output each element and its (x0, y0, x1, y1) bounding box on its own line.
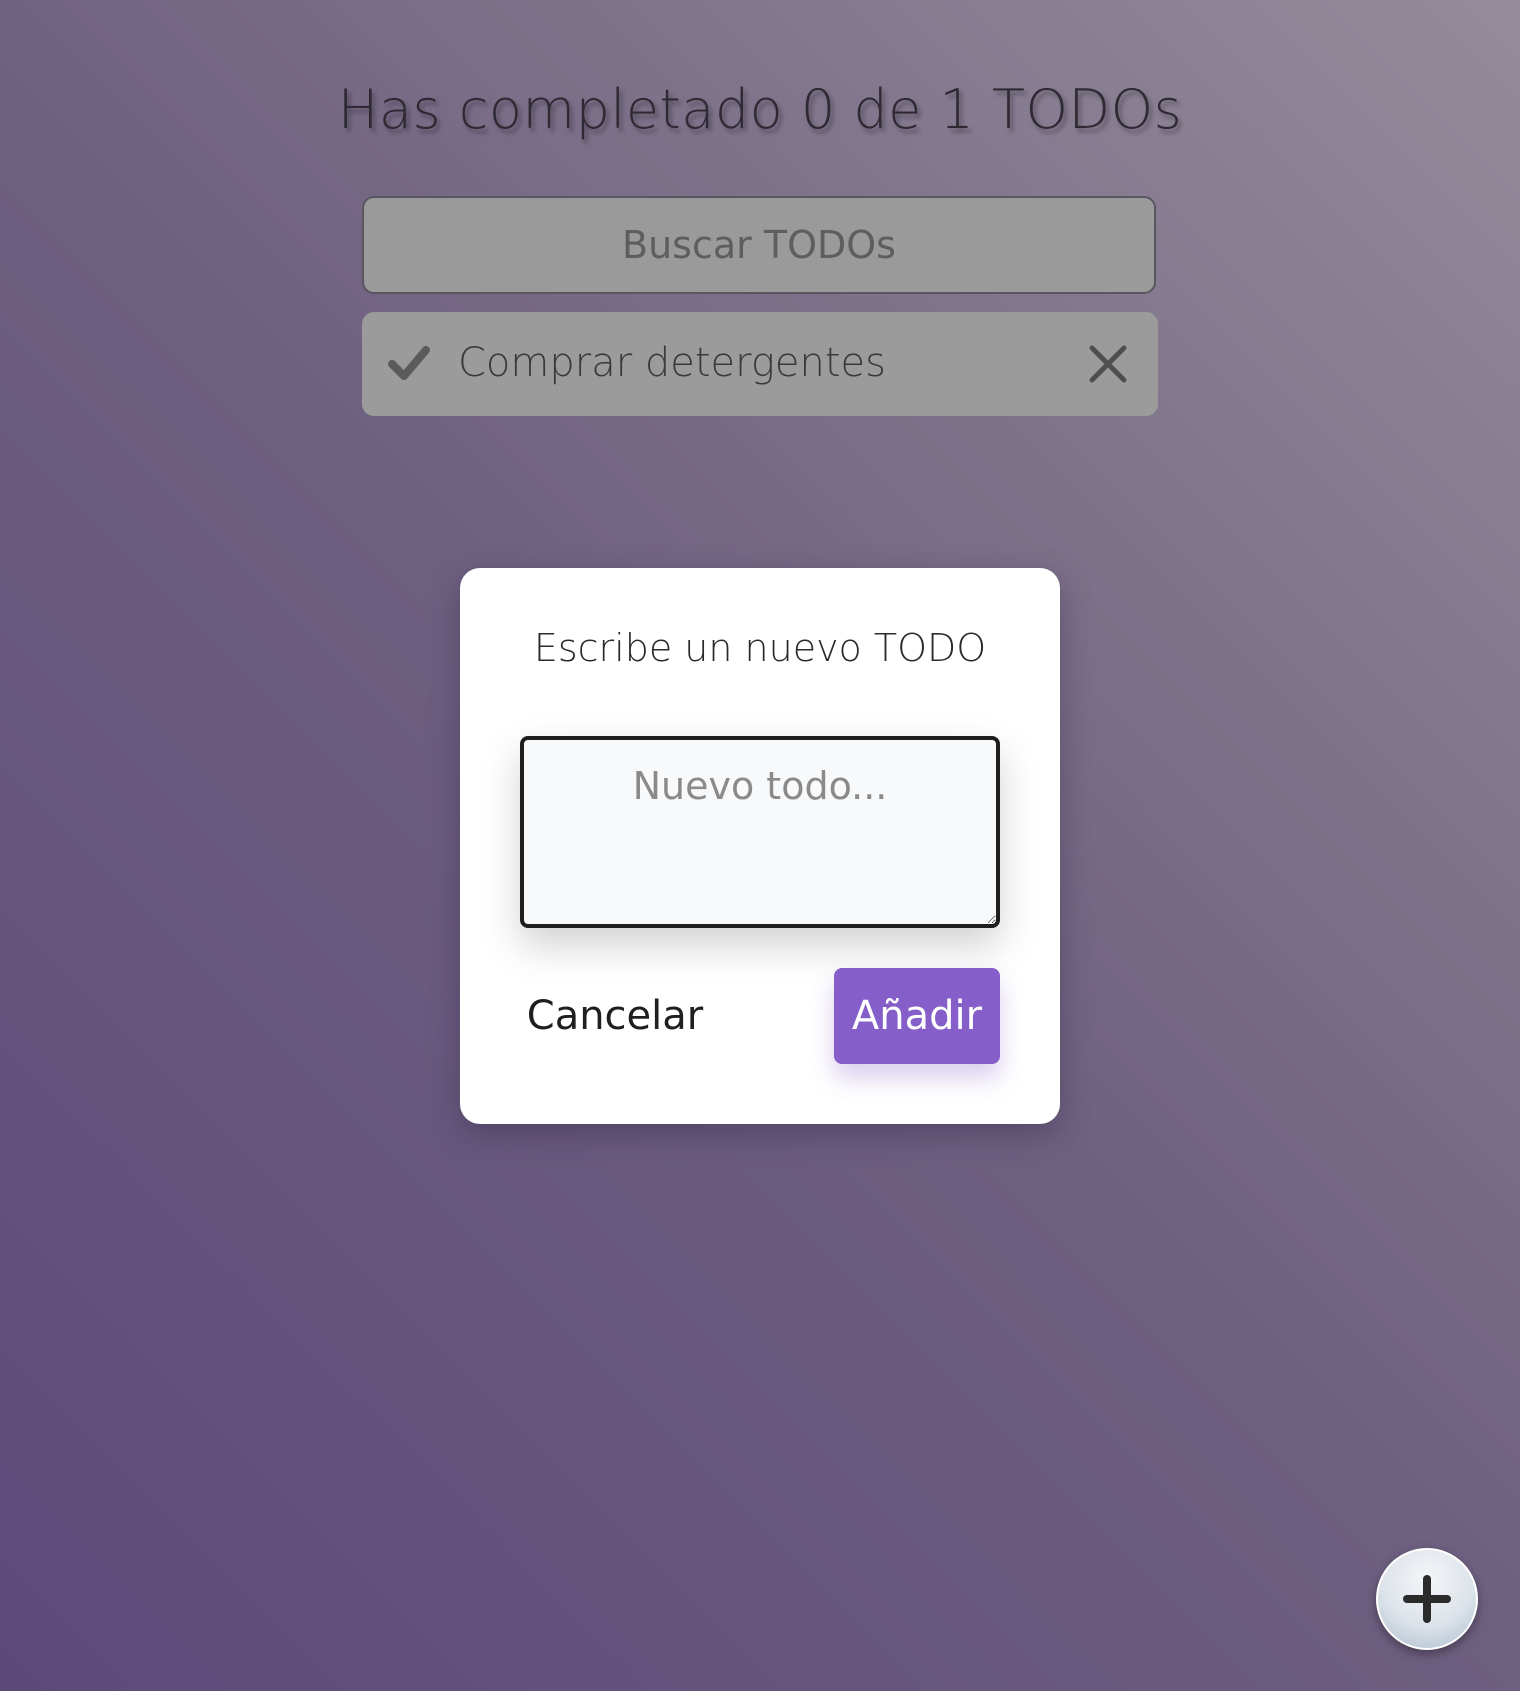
todo-item: Comprar detergentes (362, 312, 1158, 416)
new-todo-modal: Escribe un nuevo TODO Cancelar Añadir (460, 568, 1060, 1124)
check-icon[interactable] (388, 344, 430, 384)
todo-list: Comprar detergentes (362, 312, 1158, 416)
search-input[interactable] (362, 196, 1156, 294)
plus-icon (1403, 1575, 1451, 1623)
todo-counter-title: Has completado 0 de 1 TODOs (337, 78, 1183, 141)
todo-item-text: Comprar detergentes (458, 340, 887, 386)
new-todo-textarea[interactable] (520, 736, 1000, 928)
add-button[interactable]: Añadir (834, 968, 1000, 1064)
modal-title: Escribe un nuevo TODO (533, 626, 987, 670)
create-todo-button[interactable] (1376, 1548, 1478, 1650)
todo-app: Has completado 0 de 1 TODOs Comprar dete… (0, 0, 1520, 1691)
close-icon[interactable] (1088, 344, 1128, 384)
cancel-button[interactable]: Cancelar (520, 968, 710, 1064)
